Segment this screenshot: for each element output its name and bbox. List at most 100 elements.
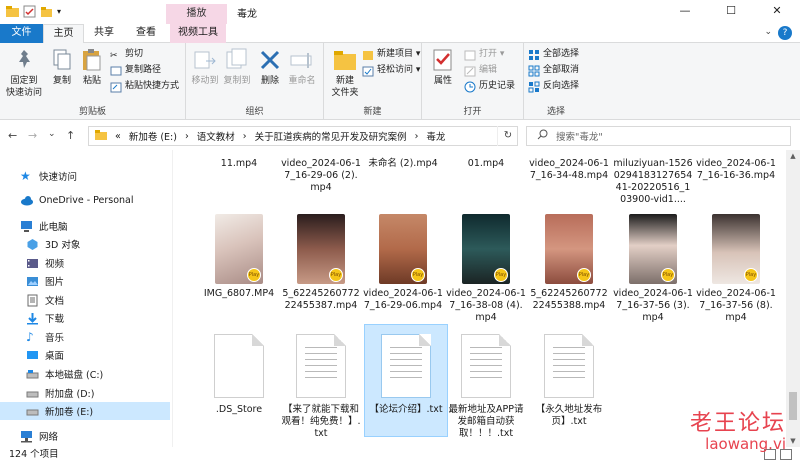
group-label-new: 新建	[363, 107, 382, 117]
paste-button[interactable]: 粘贴	[78, 47, 106, 87]
nav-item-quick-access[interactable]: ★ 快速访问	[0, 167, 170, 185]
select-none-button[interactable]: 全部取消	[528, 63, 579, 78]
new-folder-icon[interactable]	[40, 5, 53, 18]
breadcrumb-item-current[interactable]: 毒龙	[426, 129, 445, 143]
file-item[interactable]: 未命名 (2).mp4	[363, 158, 443, 170]
video-file-item[interactable]: Player 5_6224526077222455387.mp4	[281, 214, 361, 312]
history-button[interactable]: 历史记录	[464, 79, 515, 94]
tab-file[interactable]: 文件	[0, 24, 43, 43]
new-item-button[interactable]: 新建项目 ▾	[362, 47, 420, 62]
file-item[interactable]: 11.mp4	[199, 158, 279, 170]
tab-video-tools[interactable]: 视频工具	[170, 24, 226, 43]
paste-shortcut-button[interactable]: 粘贴快捷方式	[110, 79, 179, 94]
breadcrumb-overflow[interactable]: «	[115, 131, 121, 142]
address-input[interactable]: « 新加卷 (E:) › 语文教材 › 关于肛道疾病的常见开发及研究案例 › 毒…	[88, 126, 518, 146]
pin-icon	[11, 47, 37, 73]
select-all-icon	[528, 49, 540, 61]
properties-button[interactable]: 属性	[428, 47, 458, 87]
player-badge-icon: Player	[411, 268, 425, 282]
file-item[interactable]: 01.mp4	[446, 158, 526, 170]
qat-dropdown-icon[interactable]: ▾	[57, 5, 65, 18]
video-file-item[interactable]: Player video_2024-06-17_16-37-56 (3).mp4	[613, 214, 693, 324]
pin-quick-access-button[interactable]: 固定到 快速访问	[4, 47, 44, 99]
text-file-item[interactable]: 【来了就能下载和观看！纯免费！】.txt	[281, 334, 361, 440]
file-item[interactable]: miluziyuan-1526029418312765441-20220516_…	[613, 158, 693, 206]
explorer-window: ▾ 播放 毒龙 — ☐ ✕ 文件 主页 共享 查看 视频工具 ⌄ ? 固定到 快…	[0, 0, 800, 463]
copy-path-icon	[110, 65, 122, 77]
forward-button[interactable]: →	[28, 129, 37, 142]
text-file-item[interactable]: 最新地址及APP请发邮箱自动获取！！！.txt	[446, 334, 526, 440]
video-file-item[interactable]: Player video_2024-06-17_16-29-06.mp4	[363, 214, 443, 312]
nav-item-network[interactable]: 网络	[0, 427, 170, 445]
cube-icon	[26, 238, 39, 251]
recent-dropdown-button[interactable]: ⌄	[48, 129, 56, 139]
video-file-item[interactable]: Player video_2024-06-17_16-37-56 (8).mp4	[696, 214, 776, 324]
breadcrumb-item[interactable]: 语文教材	[197, 129, 235, 143]
nav-item-drive-d[interactable]: 附加盘 (D:)	[0, 384, 170, 402]
title-bar: ▾ 播放 毒龙 — ☐ ✕	[0, 0, 800, 24]
picture-icon	[26, 275, 39, 288]
folder-app-icon	[6, 5, 19, 18]
copy-to-button[interactable]: 复制到	[222, 47, 252, 87]
nav-item-drive-e[interactable]: 新加卷 (E:)	[0, 402, 170, 420]
file-item[interactable]: .DS_Store	[199, 334, 279, 416]
rename-button[interactable]: 重命名	[286, 47, 318, 87]
scroll-up-icon[interactable]: ▲	[786, 152, 800, 160]
search-input[interactable]: 搜索"毒龙"	[526, 126, 791, 146]
maximize-button[interactable]: ☐	[708, 0, 754, 24]
breadcrumb-separator[interactable]: ›	[185, 131, 189, 142]
video-thumbnail: Player	[379, 214, 427, 284]
up-button[interactable]: ↑	[66, 129, 75, 142]
easy-access-button[interactable]: 轻松访问 ▾	[362, 63, 420, 78]
close-button[interactable]: ✕	[754, 0, 800, 24]
copy-path-button[interactable]: 复制路径	[110, 63, 161, 78]
player-badge-icon: Player	[661, 268, 675, 282]
refresh-button[interactable]: ↻	[497, 126, 518, 146]
select-all-button[interactable]: 全部选择	[528, 47, 579, 62]
nav-item-onedrive[interactable]: OneDrive - Personal	[0, 191, 170, 209]
nav-item-3d-objects[interactable]: 3D 对象	[0, 235, 170, 253]
nav-item-videos[interactable]: 视频	[0, 254, 170, 272]
invert-selection-button[interactable]: 反向选择	[528, 79, 579, 94]
properties-icon[interactable]	[23, 5, 36, 18]
breadcrumb-item[interactable]: 关于肛道疾病的常见开发及研究案例	[255, 129, 407, 143]
video-file-item[interactable]: Player IMG_6807.MP4	[199, 214, 279, 300]
cut-button[interactable]: ✂ 剪切	[110, 47, 143, 62]
nav-item-this-pc[interactable]: 此电脑	[0, 217, 170, 235]
nav-item-pictures[interactable]: 图片	[0, 272, 170, 290]
tab-share[interactable]: 共享	[84, 24, 124, 43]
copy-button[interactable]: 复制	[48, 47, 76, 87]
breadcrumb-separator[interactable]: ›	[415, 131, 419, 142]
breadcrumb-separator[interactable]: ›	[243, 131, 247, 142]
new-folder-button[interactable]: 新建 文件夹	[328, 47, 362, 99]
nav-item-documents[interactable]: 文档	[0, 291, 170, 309]
tab-view[interactable]: 查看	[126, 24, 166, 43]
nav-item-desktop[interactable]: 桌面	[0, 346, 170, 364]
nav-item-music[interactable]: ♪ 音乐	[0, 328, 170, 346]
file-item[interactable]: video_2024-06-17_16-34-48.mp4	[529, 158, 609, 182]
open-button[interactable]: 打开 ▾	[464, 47, 504, 62]
video-file-item[interactable]: Player video_2024-06-17_16-38-08 (4).mp4	[446, 214, 526, 324]
move-to-button[interactable]: 移动到	[190, 47, 220, 87]
back-button[interactable]: ←	[8, 129, 17, 142]
text-file-icon	[461, 334, 511, 398]
nav-item-downloads[interactable]: 下载	[0, 309, 170, 327]
edit-button[interactable]: 编辑	[464, 63, 497, 78]
music-icon: ♪	[26, 329, 34, 344]
minimize-button[interactable]: —	[662, 0, 708, 24]
text-file-item-selected[interactable]: 【论坛介绍】.txt	[366, 334, 446, 416]
video-thumbnail: Player	[462, 214, 510, 284]
properties-icon	[430, 47, 456, 73]
file-item[interactable]: video_2024-06-17_16-29-06 (2).mp4	[281, 158, 361, 194]
help-icon[interactable]: ?	[778, 26, 792, 40]
text-file-item[interactable]: 【永久地址发布页】.txt	[529, 334, 609, 428]
delete-button[interactable]: 删除	[256, 47, 284, 87]
file-item[interactable]: video_2024-06-17_16-16-36.mp4	[696, 158, 776, 182]
video-file-item[interactable]: Player 5_6224526077222455388.mp4	[529, 214, 609, 312]
ribbon-collapse-icon[interactable]: ⌄	[764, 27, 772, 37]
breadcrumb-item[interactable]: 新加卷 (E:)	[129, 129, 177, 143]
tab-home[interactable]: 主页	[43, 24, 84, 43]
vertical-scrollbar[interactable]: ▲ ▼	[786, 150, 800, 447]
nav-item-drive-c[interactable]: 本地磁盘 (C:)	[0, 365, 170, 383]
player-badge-icon: Player	[744, 268, 758, 282]
